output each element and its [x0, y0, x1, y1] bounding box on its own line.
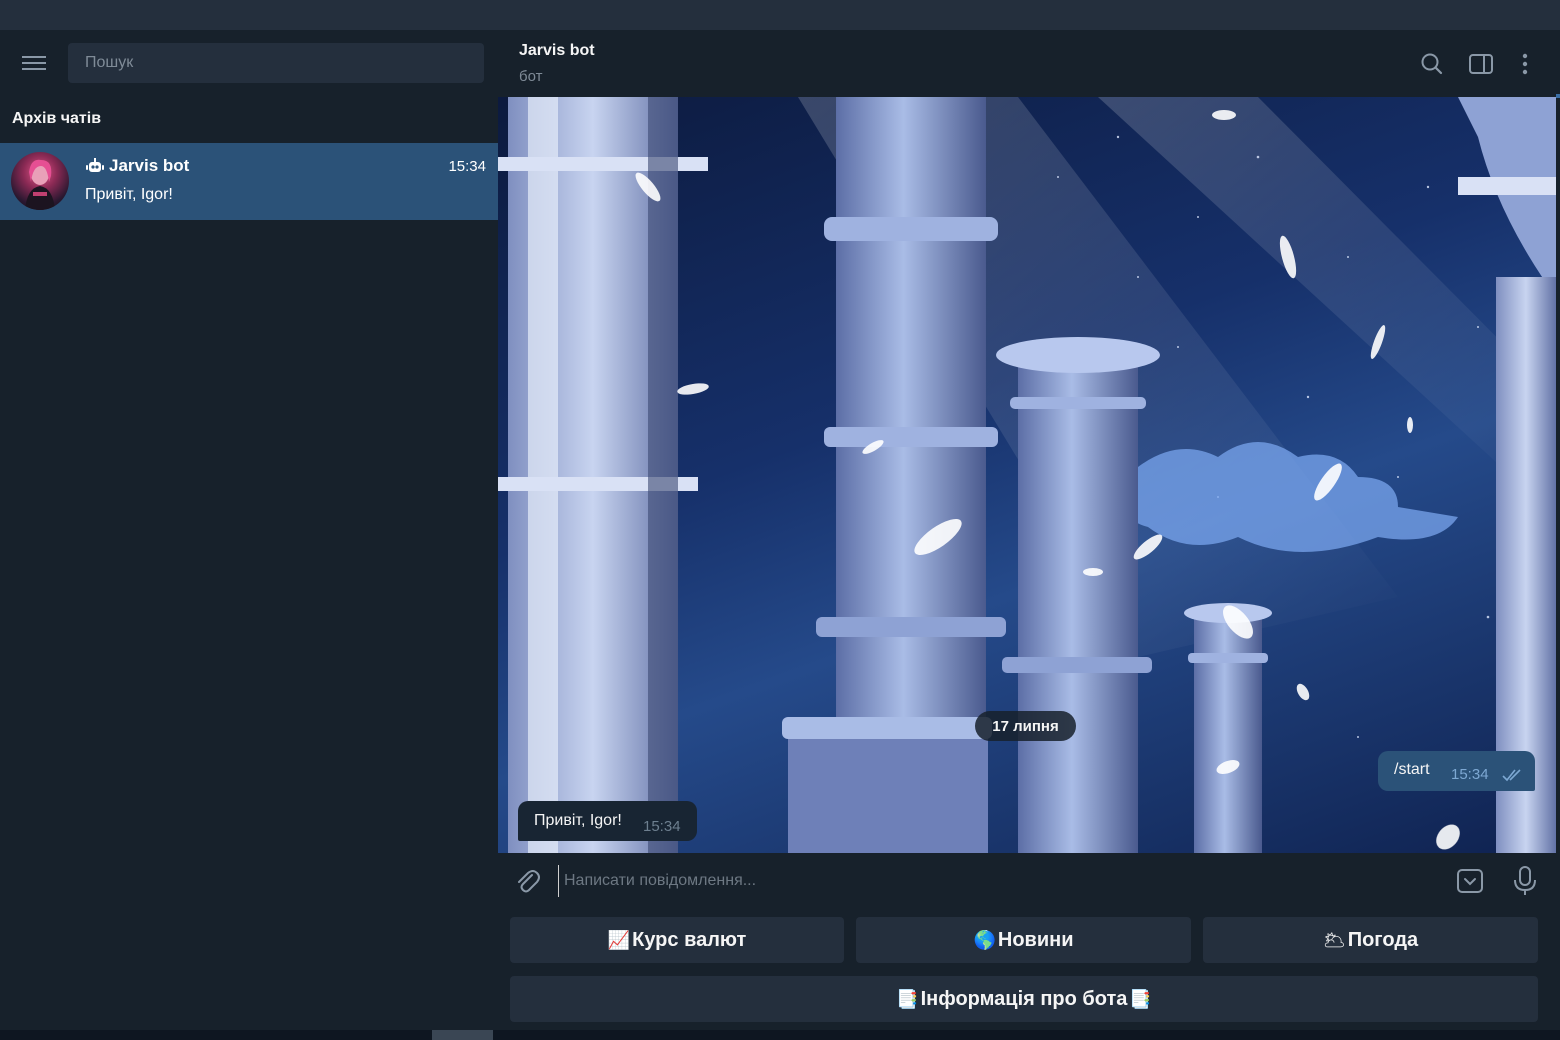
- cloud-sun-icon: 🌥: [1322, 929, 1346, 950]
- chat-header: Jarvis bot бот: [498, 30, 1560, 97]
- message-time: 15:34: [1451, 766, 1489, 783]
- currency-rate-button[interactable]: 📈 Курс валют: [510, 917, 844, 963]
- chart-icon: 📈: [607, 929, 631, 950]
- read-ticks-icon: [1502, 769, 1521, 782]
- sidebar: Архів чатів Jarvis bot 15:34 Привіт, Igo…: [0, 30, 498, 1030]
- news-button[interactable]: 🌎 Новини: [856, 917, 1191, 963]
- message-composer: [498, 853, 1560, 909]
- bot-info-button[interactable]: 📑 Інформація про бота 📑: [510, 976, 1538, 1022]
- bottom-bar: [0, 1030, 1560, 1040]
- archive-title: Архів чатів: [12, 110, 102, 127]
- chat-list-item[interactable]: Jarvis bot 15:34 Привіт, Igor!: [0, 143, 498, 220]
- message-time: 15:34: [643, 818, 681, 835]
- horizontal-scroll-thumb[interactable]: [432, 1030, 493, 1040]
- message-text: Привіт, Igor!: [534, 812, 622, 829]
- search-input[interactable]: [68, 43, 484, 83]
- document-icon: 📑: [1129, 988, 1152, 1009]
- weather-button[interactable]: 🌥 Погода: [1203, 917, 1538, 963]
- button-label: Погода: [1347, 928, 1419, 951]
- avatar: [11, 152, 69, 210]
- document-icon: 📑: [896, 988, 919, 1009]
- reply-keyboard: 📈 Курс валют 🌎 Новини 🌥 Погода 📑 Інформа…: [498, 909, 1560, 1030]
- message-input[interactable]: [558, 865, 1438, 897]
- incoming-message[interactable]: Привіт, Igor! 15:34: [518, 801, 697, 841]
- window-titlebar[interactable]: [0, 0, 1560, 30]
- keyboard-icon[interactable]: [1456, 867, 1484, 895]
- chat-time: 15:34: [448, 158, 486, 175]
- outgoing-message[interactable]: /start 15:34: [1378, 751, 1535, 791]
- sidebar-toggle-icon[interactable]: [1467, 50, 1495, 78]
- avatar-image: [25, 159, 55, 210]
- bot-icon: [86, 158, 104, 172]
- chat-title[interactable]: Jarvis bot: [519, 42, 595, 60]
- button-label: Курс валют: [632, 928, 747, 951]
- message-text: /start: [1394, 761, 1430, 778]
- menu-icon[interactable]: [18, 52, 50, 76]
- chat-subtitle: бот: [519, 68, 543, 85]
- chat-name-text: Jarvis bot: [109, 156, 190, 175]
- microphone-icon[interactable]: [1511, 865, 1539, 897]
- button-label: Інформація про бота: [920, 987, 1128, 1010]
- search-icon[interactable]: [1418, 50, 1446, 78]
- scrollbar-thumb[interactable]: [1556, 94, 1560, 98]
- attach-icon[interactable]: [513, 867, 541, 895]
- globe-icon: 🌎: [973, 929, 996, 950]
- scrollbar-track[interactable]: [1556, 97, 1560, 853]
- date-separator: 17 липня: [975, 711, 1076, 741]
- chat-name: Jarvis bot: [85, 156, 189, 176]
- chat-wallpaper: 17 липня /start 15:34 Привіт, Igor! 15:3…: [498, 97, 1556, 853]
- more-icon[interactable]: [1511, 50, 1539, 78]
- chat-preview: Привіт, Igor!: [85, 186, 173, 203]
- button-label: Новини: [997, 928, 1074, 951]
